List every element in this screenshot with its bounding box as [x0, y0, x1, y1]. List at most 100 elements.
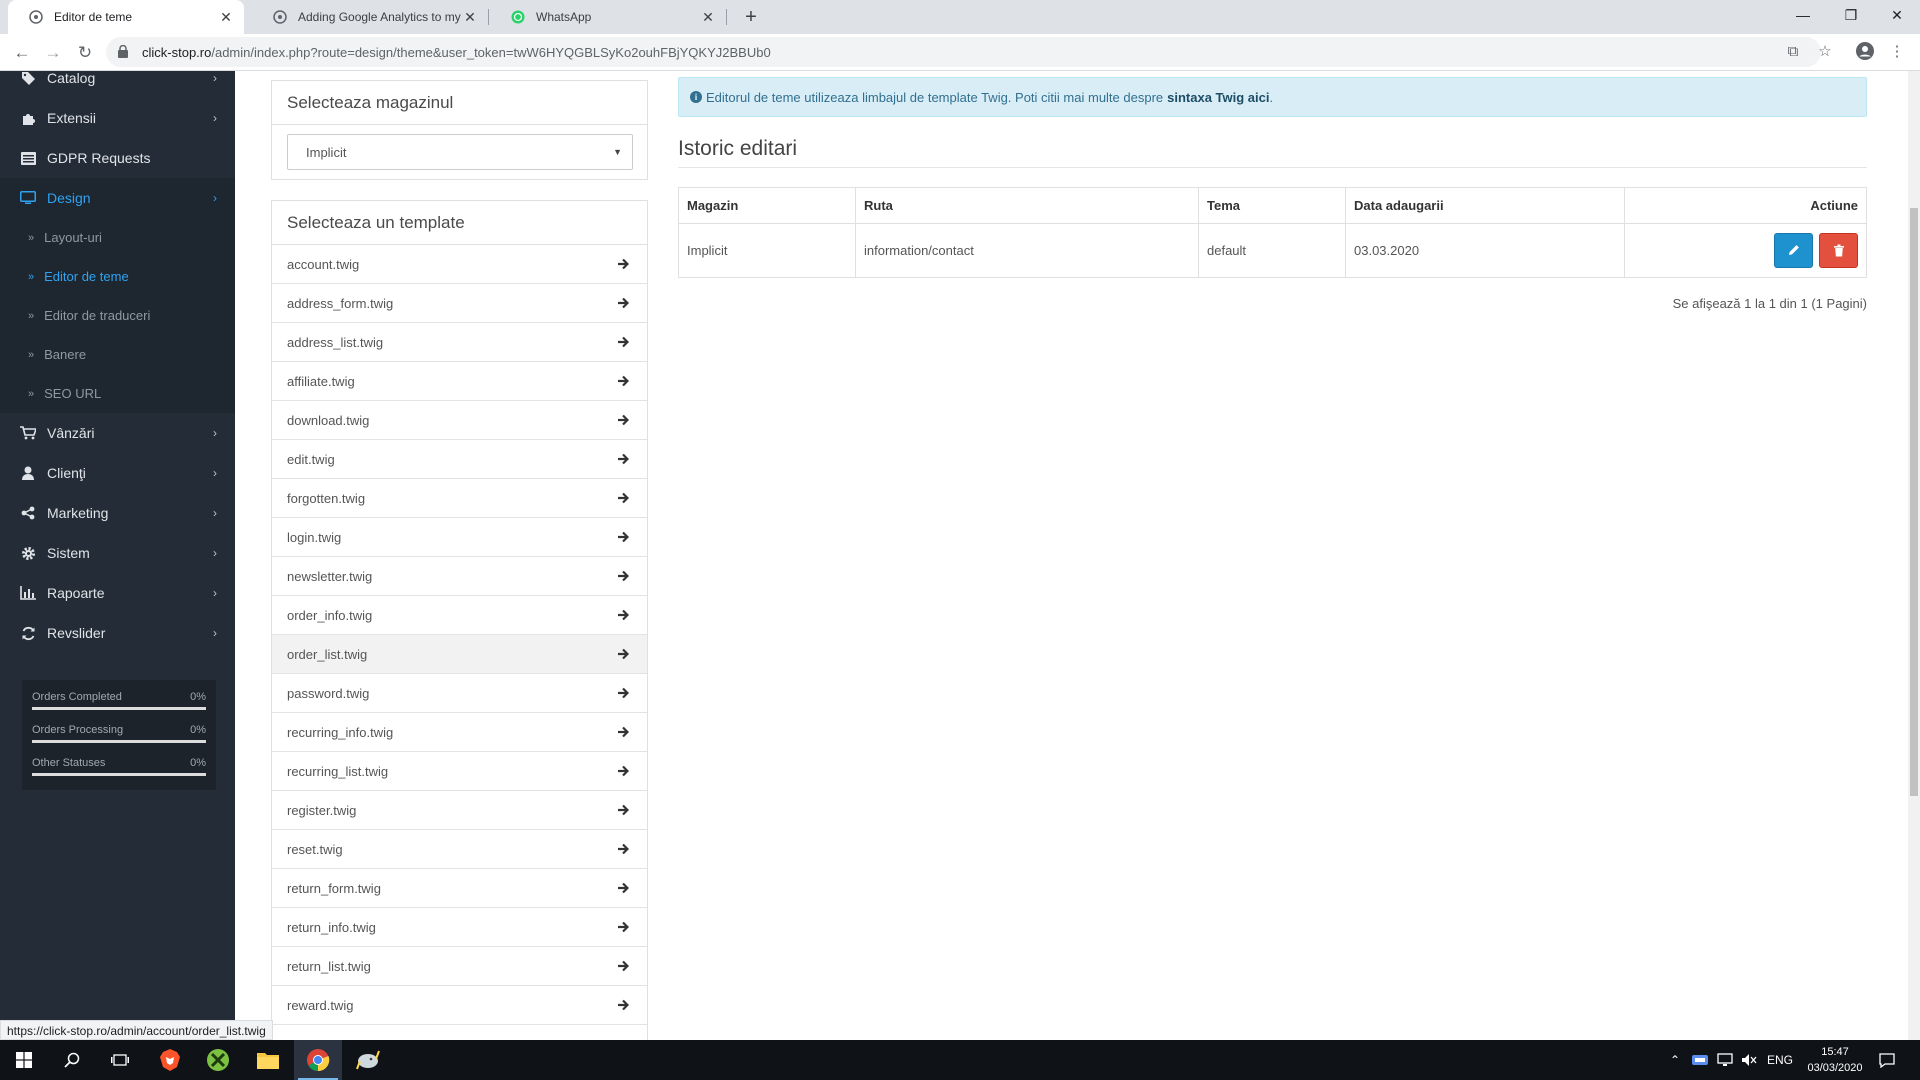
clock-date: 03/03/2020: [1807, 1062, 1863, 1074]
browser-tabbar: Editor de teme ✕ Adding Google Analytics…: [0, 0, 1920, 34]
globe-icon: [28, 9, 44, 25]
sidebar-item-extensii[interactable]: Extensii ›: [0, 98, 235, 138]
store-select[interactable]: Implicit ▼: [287, 134, 633, 170]
template-item-label: edit.twig: [287, 451, 335, 467]
template-item[interactable]: address_list.twig: [272, 323, 647, 362]
template-item[interactable]: password.twig: [272, 674, 647, 713]
chevron-right-icon: ›: [213, 426, 217, 440]
brave-browser-icon[interactable]: [146, 1040, 194, 1080]
template-item[interactable]: order_info.twig: [272, 596, 647, 635]
sidebar-subitem-seo-url[interactable]: » SEO URL: [0, 374, 235, 413]
template-item[interactable]: edit.twig: [272, 440, 647, 479]
tag-icon: [19, 71, 37, 86]
template-item-label: reset.twig: [287, 841, 343, 857]
translate-icon[interactable]: ⧉: [1783, 42, 1803, 62]
user-icon: [19, 466, 37, 480]
sidebar-item-vanzari[interactable]: Vânzări ›: [0, 413, 235, 453]
sidebar-item-clienti[interactable]: Clienţi ›: [0, 453, 235, 493]
tray-app-icon[interactable]: [1692, 1040, 1708, 1080]
action-center-icon[interactable]: [1879, 1040, 1895, 1080]
tab-editor-de-teme[interactable]: Editor de teme ✕: [8, 0, 244, 34]
new-tab-button[interactable]: +: [738, 5, 764, 29]
chrome-taskbar-icon[interactable]: [294, 1040, 342, 1080]
green-app-icon[interactable]: [194, 1040, 242, 1080]
sidebar-item-gdpr[interactable]: GDPR Requests: [0, 138, 235, 178]
twig-syntax-link[interactable]: sintaxa Twig aici: [1167, 90, 1269, 105]
close-icon[interactable]: ✕: [462, 9, 478, 26]
search-icon[interactable]: [48, 1040, 96, 1080]
sidebar-subitem-banere[interactable]: » Banere: [0, 335, 235, 374]
template-item[interactable]: return_info.twig: [272, 908, 647, 947]
template-item[interactable]: reset.twig: [272, 830, 647, 869]
sidebar-subitem-editor-traduceri[interactable]: » Editor de traduceri: [0, 296, 235, 335]
tab-whatsapp[interactable]: WhatsApp ✕: [490, 0, 726, 34]
sidebar-item-label: GDPR Requests: [47, 150, 151, 166]
template-item[interactable]: order_list.twig: [272, 635, 647, 674]
template-item-label: reward.twig: [287, 997, 354, 1013]
template-item[interactable]: register.twig: [272, 791, 647, 830]
template-panel-title: Selecteaza un template: [272, 201, 647, 245]
stat-value: 0%: [190, 724, 206, 736]
sidebar-subitem-editor-teme[interactable]: » Editor de teme: [0, 257, 235, 296]
sidebar-item-rapoarte[interactable]: Rapoarte ›: [0, 573, 235, 613]
bookmark-star-icon[interactable]: ☆: [1815, 42, 1835, 62]
template-item[interactable]: return_list.twig: [272, 947, 647, 986]
task-view-icon[interactable]: [96, 1040, 144, 1080]
sidebar-item-catalog[interactable]: Catalog ›: [0, 71, 235, 98]
sidebar-subitem-layout[interactable]: » Layout-uri: [0, 218, 235, 257]
sidebar: Catalog › Extensii › GDPR Requests Desig…: [0, 71, 235, 1040]
network-icon[interactable]: [1717, 1040, 1733, 1080]
unicorn-app-icon[interactable]: [344, 1040, 392, 1080]
back-button[interactable]: ←: [9, 40, 35, 66]
sidebar-item-design[interactable]: Design ›: [0, 178, 235, 218]
template-item[interactable]: reward.twig: [272, 986, 647, 1025]
forward-button[interactable]: →: [40, 40, 66, 66]
profile-icon[interactable]: [1855, 42, 1875, 62]
sidebar-item-label: Extensii: [47, 110, 97, 126]
reload-button[interactable]: ↻: [72, 40, 98, 66]
double-chevron-icon: »: [28, 231, 35, 244]
close-icon[interactable]: ✕: [218, 9, 234, 26]
template-item[interactable]: recurring_info.twig: [272, 713, 647, 752]
col-header-route[interactable]: Ruta: [855, 187, 1199, 224]
sidebar-item-revslider[interactable]: Revslider ›: [0, 613, 235, 653]
volume-muted-icon[interactable]: [1741, 1040, 1757, 1080]
address-bar[interactable]: click-stop.ro/admin/index.php?route=desi…: [106, 37, 1821, 67]
template-item[interactable]: recurring_list.twig: [272, 752, 647, 791]
close-window-button[interactable]: ✕: [1874, 0, 1920, 30]
sidebar-item-marketing[interactable]: Marketing ›: [0, 493, 235, 533]
col-header-date[interactable]: Data adaugarii: [1345, 187, 1625, 224]
template-item[interactable]: return_form.twig: [272, 869, 647, 908]
template-item[interactable]: affiliate.twig: [272, 362, 647, 401]
template-item-label: download.twig: [287, 412, 370, 428]
edit-button[interactable]: [1774, 233, 1814, 268]
page-scrollbar[interactable]: [1908, 71, 1920, 1040]
minimize-button[interactable]: —: [1780, 0, 1826, 30]
windows-start-icon[interactable]: [0, 1040, 48, 1080]
taskbar-clock[interactable]: 15:47 03/03/2020: [1800, 1044, 1870, 1076]
sidebar-subitem-label: SEO URL: [44, 386, 102, 401]
template-item[interactable]: download.twig: [272, 401, 647, 440]
template-item-label: login.twig: [287, 529, 342, 545]
tab-google-analytics[interactable]: Adding Google Analytics to my v ✕: [252, 0, 488, 34]
close-icon[interactable]: ✕: [700, 9, 716, 26]
col-header-store[interactable]: Magazin: [678, 187, 856, 224]
template-item[interactable]: account.twig: [272, 245, 647, 284]
template-item[interactable]: login.twig: [272, 518, 647, 557]
col-header-theme[interactable]: Tema: [1198, 187, 1346, 224]
delete-button[interactable]: [1819, 233, 1858, 268]
template-item[interactable]: address_form.twig: [272, 284, 647, 323]
menu-kebab-icon[interactable]: ⋮: [1887, 42, 1907, 62]
tray-chevron-icon[interactable]: ⌃: [1670, 1040, 1680, 1080]
cog-icon: [19, 546, 37, 561]
tab-title: Adding Google Analytics to my v: [298, 10, 462, 24]
chevron-right-icon: ›: [213, 586, 217, 600]
language-indicator[interactable]: ENG: [1767, 1040, 1793, 1080]
template-item[interactable]: forgotten.twig: [272, 479, 647, 518]
arrow-right-icon: [618, 531, 629, 543]
file-explorer-icon[interactable]: [244, 1040, 292, 1080]
scrollbar-thumb[interactable]: [1910, 208, 1918, 796]
sidebar-item-sistem[interactable]: Sistem ›: [0, 533, 235, 573]
template-item[interactable]: newsletter.twig: [272, 557, 647, 596]
restore-button[interactable]: ❐: [1828, 0, 1874, 30]
